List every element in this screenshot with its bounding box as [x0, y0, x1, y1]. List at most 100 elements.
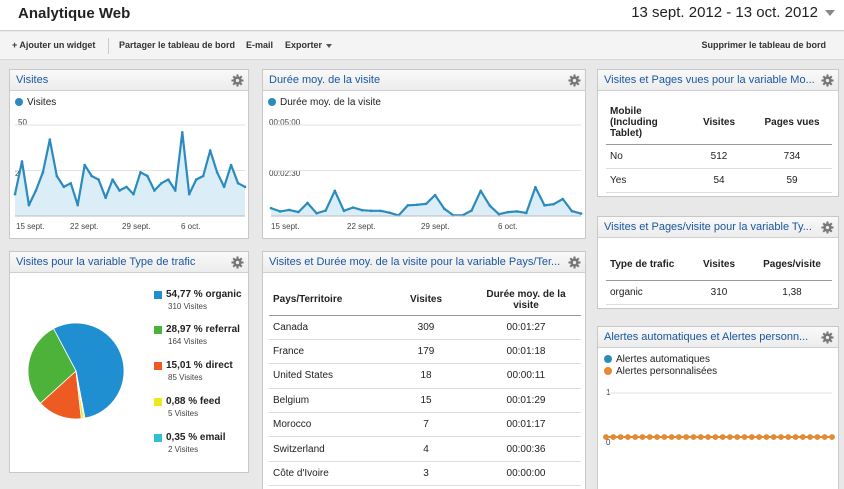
- data-point: [770, 434, 777, 440]
- data-point: [661, 434, 668, 440]
- add-widget-button[interactable]: + Ajouter un widget: [12, 40, 95, 50]
- data-point: [579, 212, 583, 215]
- data-point: [62, 185, 66, 189]
- data-point: [646, 434, 653, 440]
- legend-swatch: [154, 434, 162, 442]
- data-point: [433, 193, 437, 197]
- chevron-down-icon[interactable]: [825, 10, 835, 16]
- widget-header: Visites et Pages/visite pour la variable…: [598, 217, 838, 238]
- legend-label: 28,97 % referral: [166, 324, 240, 335]
- data-point: [814, 434, 821, 440]
- data-point: [369, 209, 373, 213]
- table-cell: 7: [381, 412, 471, 438]
- data-point: [778, 434, 784, 440]
- x-axis-label: 29 sept.: [421, 222, 450, 231]
- legend-swatch: [154, 398, 162, 406]
- traffic-pie-chart[interactable]: [10, 252, 150, 473]
- table-cell: 00:00:36: [471, 436, 581, 462]
- data-point: [712, 434, 719, 440]
- widget-country: Visites et Durée moy. de la visite pour …: [262, 251, 586, 489]
- data-point: [632, 434, 638, 440]
- export-button[interactable]: Exporter: [285, 40, 333, 50]
- data-point: [506, 210, 510, 214]
- data-point: [174, 189, 177, 192]
- widget-title[interactable]: Visites et Pages/visite pour la variable…: [604, 221, 816, 233]
- table-cell: 734: [752, 144, 832, 169]
- data-point: [351, 206, 355, 209]
- data-point: [333, 189, 337, 193]
- table-cell: 00:01:27: [471, 315, 581, 340]
- data-point: [561, 197, 565, 201]
- data-point: [676, 434, 682, 440]
- gear-icon[interactable]: [568, 256, 581, 269]
- data-point: [306, 201, 309, 205]
- data-point: [610, 434, 617, 440]
- visits-line-chart[interactable]: [10, 70, 249, 239]
- widget-header: Visites et Durée moy. de la visite pour …: [263, 252, 585, 273]
- gear-icon[interactable]: [231, 256, 244, 269]
- data-point: [160, 181, 163, 185]
- data-point: [229, 163, 233, 167]
- data-point: [821, 434, 828, 440]
- data-point: [132, 192, 135, 196]
- data-point: [208, 149, 212, 152]
- x-axis-label: 22 sept.: [347, 222, 376, 231]
- table-cell: 00:00:00: [471, 461, 581, 487]
- data-point: [829, 434, 835, 440]
- gear-icon[interactable]: [821, 74, 834, 87]
- share-dashboard-button[interactable]: Partager le tableau de bord: [119, 40, 235, 50]
- data-point: [297, 210, 300, 214]
- toolbar-divider: [108, 38, 109, 54]
- table-row: organic 310 1,38: [606, 280, 832, 305]
- table-cell: 3: [381, 461, 471, 487]
- data-point: [201, 174, 205, 178]
- data-point: [20, 160, 24, 163]
- data-point: [654, 434, 660, 440]
- alerts-line-chart[interactable]: [598, 327, 839, 489]
- column-header: Pages vues: [752, 102, 832, 145]
- gear-icon[interactable]: [821, 221, 834, 234]
- data-point: [27, 203, 31, 207]
- table-cell: 54: [686, 168, 752, 193]
- legend-label: 15,01 % direct: [166, 360, 233, 371]
- legend-swatch: [154, 362, 162, 370]
- email-button[interactable]: E-mail: [246, 40, 273, 50]
- export-label: Exporter: [285, 40, 323, 50]
- widget-avg-duration: Durée moy. de la visite Durée moy. de la…: [262, 69, 586, 239]
- table-row: Belgium 15 00:01:29: [269, 388, 581, 414]
- legend-label: 54,77 % organic: [166, 289, 242, 300]
- caret-down-icon: [326, 43, 333, 48]
- data-point: [34, 189, 38, 192]
- x-axis-label: 6 oct.: [498, 222, 518, 231]
- data-point: [278, 210, 282, 213]
- data-point: [76, 203, 80, 207]
- duration-line-chart[interactable]: [263, 70, 586, 239]
- data-point: [749, 434, 755, 440]
- data-point: [570, 209, 574, 213]
- column-header: Mobile (Including Tablet): [606, 102, 686, 145]
- delete-dashboard-button[interactable]: Supprimer le tableau de bord: [701, 40, 826, 50]
- data-point: [41, 171, 45, 174]
- data-point: [800, 434, 806, 440]
- data-point: [756, 434, 762, 440]
- data-point: [222, 185, 226, 189]
- table-cell: Canada: [269, 315, 381, 340]
- legend-label: 0,88 % feed: [166, 396, 221, 407]
- data-point: [488, 204, 492, 207]
- legend-count: 85 Visites: [168, 373, 203, 382]
- data-point: [324, 209, 328, 212]
- date-range-picker[interactable]: 13 sept. 2012 - 13 oct. 2012: [631, 4, 818, 21]
- mobile-table: Mobile (Including Tablet) Visites Pages …: [606, 102, 832, 193]
- widget-visits: Visites Visites 50 25 15 sept. 22 sept. …: [9, 69, 249, 239]
- widget-title[interactable]: Visites et Durée moy. de la visite pour …: [269, 256, 563, 268]
- table-cell: 00:01:17: [471, 412, 581, 438]
- table-cell: Côte d'Ivoire: [269, 461, 381, 487]
- legend-count: 2 Visites: [168, 445, 199, 454]
- table-row: Morocco 7 00:01:17: [269, 412, 581, 438]
- widget-title[interactable]: Visites et Pages vues pour la variable M…: [604, 74, 816, 86]
- column-header: Visites: [686, 102, 752, 145]
- table-row: United States 18 00:00:11: [269, 363, 581, 389]
- data-point: [83, 163, 86, 167]
- x-axis-label: 15 sept.: [16, 222, 45, 231]
- table-cell: Yes: [606, 168, 686, 193]
